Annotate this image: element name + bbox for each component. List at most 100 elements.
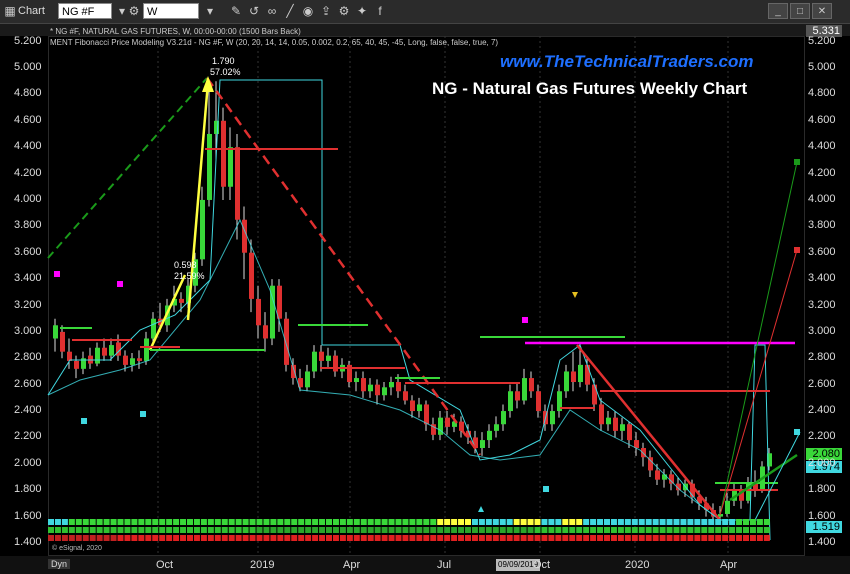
signal-strip-mid (152, 527, 159, 533)
signal-strip-top (478, 519, 485, 525)
signal-strip-top (583, 519, 590, 525)
signal-strip-mid (499, 527, 506, 533)
signal-strip-mid (339, 527, 346, 533)
candle-body (109, 345, 114, 356)
candle-body (508, 391, 513, 412)
y-tick-left: 1.600 (14, 509, 42, 522)
signal-strip-mid (235, 527, 242, 533)
signal-strip-top (193, 519, 200, 525)
projection-line (719, 249, 798, 516)
signal-strip-mid (249, 527, 256, 533)
dyn-button[interactable]: Dyn (48, 559, 71, 569)
signal-strip-top (263, 519, 270, 525)
signal-strip-bottom (326, 535, 332, 541)
red-solid-trend (576, 344, 721, 521)
signal-strip-top (339, 519, 346, 525)
candle-body (123, 355, 128, 365)
signal-strip-bottom (180, 535, 187, 541)
signal-strip-bottom (513, 535, 520, 541)
candle-body (627, 424, 632, 441)
signal-strip-mid (312, 527, 319, 533)
candle-body (221, 120, 226, 187)
signal-strip-top (298, 519, 305, 525)
y-tick-right: 5.000 (808, 61, 836, 73)
signal-strip-mid (207, 527, 214, 533)
signal-marker (794, 159, 800, 165)
signal-strip-top (270, 519, 277, 525)
signal-strip-top (131, 519, 138, 525)
signal-strip-mid (193, 527, 200, 533)
signal-strip-bottom (235, 535, 242, 541)
signal-strip-mid (527, 527, 534, 533)
signal-strip-bottom (89, 535, 96, 541)
signal-strip-bottom (173, 535, 180, 541)
projection-line (729, 453, 798, 502)
signal-strip-bottom (458, 535, 465, 541)
signal-strip-mid (326, 527, 332, 533)
signal-strip-top (360, 519, 367, 525)
candle-body (389, 382, 394, 388)
candle-body (515, 391, 520, 401)
signal-strip-mid (346, 527, 353, 533)
signal-strip-top (166, 519, 173, 525)
signal-strip-bottom (332, 535, 339, 541)
signal-strip-bottom (451, 535, 458, 541)
signal-strip-bottom (562, 535, 569, 541)
signal-strip-mid (680, 527, 687, 533)
signal-strip-top (617, 519, 624, 525)
y-tick-left: 5.000 (14, 61, 42, 73)
candle-body (137, 358, 142, 361)
signal-strip-bottom (423, 535, 430, 541)
signal-strip-bottom (131, 535, 138, 541)
signal-strip-bottom (534, 535, 541, 541)
signal-strip-bottom (319, 535, 326, 541)
signal-strip-top (624, 519, 631, 525)
signal-strip-top (527, 519, 534, 525)
y-tick-right: 3.800 (808, 219, 836, 232)
signal-strip-mid (506, 527, 513, 533)
candle-body (256, 298, 261, 326)
signal-strip-top (451, 519, 458, 525)
signal-strip-top (200, 519, 207, 525)
signal-strip-top (291, 519, 298, 525)
y-tick-left: 2.800 (14, 351, 42, 364)
x-tick: Jul (437, 559, 452, 571)
y-tick-right: 2.000 (808, 456, 836, 469)
signal-strip-bottom (214, 535, 221, 541)
signal-strip-top (326, 519, 332, 525)
signal-strip-bottom (659, 535, 666, 541)
signal-strip-bottom (339, 535, 346, 541)
signal-strip-mid (645, 527, 652, 533)
signal-strip-top (374, 519, 381, 525)
y-tick-right: 3.200 (808, 298, 836, 311)
y-tick-left: 3.800 (14, 219, 42, 232)
x-tick: Apr (343, 559, 361, 571)
signal-strip-top (117, 519, 124, 525)
candle-body (95, 347, 100, 364)
signal-strip-mid (277, 527, 284, 533)
signal-marker (543, 486, 549, 492)
signal-strip-top (569, 519, 576, 525)
signal-strip-mid (590, 527, 597, 533)
signal-strip-bottom (624, 535, 631, 541)
candle-body (53, 325, 58, 339)
y-tick-right: 1.600 (808, 509, 836, 522)
signal-strip-mid (756, 527, 763, 533)
signal-marker (81, 418, 87, 424)
signal-strip-bottom (687, 535, 694, 541)
candle-body (228, 147, 233, 187)
signal-strip-mid (763, 527, 770, 533)
signal-strip-mid (332, 527, 339, 533)
signal-strip-mid (548, 527, 555, 533)
signal-strip-bottom (471, 535, 478, 541)
signal-strip-mid (478, 527, 485, 533)
candle-body (480, 440, 485, 448)
signal-strip-bottom (617, 535, 624, 541)
candle-body (74, 360, 79, 369)
low-cyan-price: 1.519 (806, 521, 842, 533)
y-tick-right: 3.600 (808, 245, 836, 258)
signal-strip-mid (145, 527, 152, 533)
candle-body (312, 351, 317, 372)
signal-strip-top (576, 519, 583, 525)
signal-strip-top (749, 519, 756, 525)
